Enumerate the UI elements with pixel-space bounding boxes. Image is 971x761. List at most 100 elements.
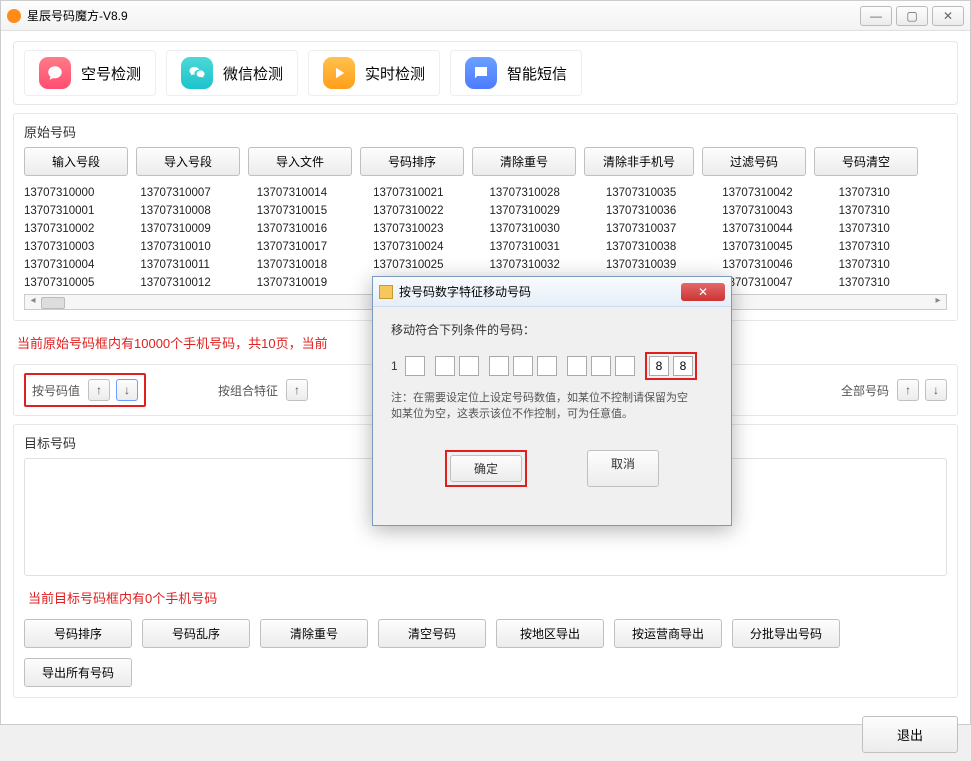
source-buttons: 输入号段导入号段导入文件号码排序清除重号清除非手机号过滤号码号码清空 (24, 147, 947, 176)
footer: 退出 (1, 708, 970, 761)
digit-10-input[interactable] (649, 356, 669, 376)
number-cell: 13707310038 (606, 238, 714, 256)
dialog-ok-button[interactable]: 确定 (450, 455, 522, 482)
close-button[interactable]: ✕ (932, 6, 964, 26)
window-title: 星辰号码魔方-V8.9 (27, 7, 128, 24)
digit-8-input[interactable] (591, 356, 611, 376)
digit-11-input[interactable] (673, 356, 693, 376)
row-index: 1 (391, 359, 401, 373)
target-status: 当前目标号码框内有0个手机号码 (28, 588, 943, 607)
target-btn-6[interactable]: 分批导出号码 (732, 619, 840, 648)
number-cell: 13707310045 (722, 238, 830, 256)
scroll-right-icon[interactable]: ▸ (930, 295, 946, 309)
source-btn-6[interactable]: 过滤号码 (702, 147, 806, 176)
number-cell: 13707310 (839, 238, 947, 256)
by-value-up-button[interactable]: ↑ (88, 379, 110, 401)
source-btn-2[interactable]: 导入文件 (248, 147, 352, 176)
wechat-icon (181, 57, 213, 89)
target-btn-2[interactable]: 清除重号 (260, 619, 368, 648)
tab-wechat-check[interactable]: 微信检测 (166, 50, 298, 96)
number-cell: 13707310 (839, 184, 947, 202)
target-btn-4[interactable]: 按地区导出 (496, 619, 604, 648)
number-cell: 13707310004 (24, 256, 132, 274)
source-btn-4[interactable]: 清除重号 (472, 147, 576, 176)
all-up-button[interactable]: ↑ (897, 379, 919, 401)
play-icon (323, 57, 355, 89)
all-down-button[interactable]: ↓ (925, 379, 947, 401)
number-cell: 13707310010 (140, 238, 248, 256)
tab-label: 微信检测 (223, 63, 283, 84)
exit-button[interactable]: 退出 (862, 716, 958, 753)
source-btn-0[interactable]: 输入号段 (24, 147, 128, 176)
source-btn-3[interactable]: 号码排序 (360, 147, 464, 176)
number-cell: 13707310029 (490, 202, 598, 220)
source-btn-7[interactable]: 号码清空 (814, 147, 918, 176)
dialog-buttons: 确定 取消 (391, 450, 713, 487)
dialog-titlebar: 按号码数字特征移动号码 ✕ (373, 277, 731, 307)
digit-4-input[interactable] (489, 356, 509, 376)
by-value-down-button[interactable]: ↓ (116, 379, 138, 401)
digit-3-input[interactable] (459, 356, 479, 376)
digit-6-input[interactable] (537, 356, 557, 376)
tab-sms[interactable]: 智能短信 (450, 50, 582, 96)
number-cell: 13707310017 (257, 238, 365, 256)
by-value-group: 按号码值 ↑ ↓ (24, 373, 146, 407)
number-cell: 13707310042 (722, 184, 830, 202)
window-controls: — ▢ ✕ (856, 6, 964, 26)
number-cell: 13707310018 (257, 256, 365, 274)
source-btn-1[interactable]: 导入号段 (136, 147, 240, 176)
scroll-thumb[interactable] (41, 297, 65, 309)
dialog-title: 按号码数字特征移动号码 (399, 283, 531, 300)
number-cell: 13707310037 (606, 220, 714, 238)
number-cell: 13707310007 (140, 184, 248, 202)
minimize-button[interactable]: — (860, 6, 892, 26)
digit-9-input[interactable] (615, 356, 635, 376)
number-cell: 13707310015 (257, 202, 365, 220)
number-cell: 13707310032 (490, 256, 598, 274)
maximize-button[interactable]: ▢ (896, 6, 928, 26)
dialog-close-button[interactable]: ✕ (681, 283, 725, 301)
number-cell: 13707310023 (373, 220, 481, 238)
dialog-cancel-button[interactable]: 取消 (587, 450, 659, 487)
by-pattern-label: 按组合特征 (218, 382, 278, 399)
number-cell: 13707310046 (722, 256, 830, 274)
number-cell: 13707310011 (140, 256, 248, 274)
number-cell: 13707310030 (490, 220, 598, 238)
number-cell: 13707310002 (24, 220, 132, 238)
number-cell: 13707310003 (24, 238, 132, 256)
target-btn-5[interactable]: 按运营商导出 (614, 619, 722, 648)
dialog-prompt: 移动符合下列条件的号码： (391, 321, 713, 338)
tab-empty-check[interactable]: 空号检测 (24, 50, 156, 96)
number-cell: 13707310008 (140, 202, 248, 220)
bubble-icon (39, 57, 71, 89)
target-btn-0[interactable]: 号码排序 (24, 619, 132, 648)
by-pattern-up-button[interactable]: ↑ (286, 379, 308, 401)
number-cell: 13707310000 (24, 184, 132, 202)
dialog-body: 移动符合下列条件的号码： 1 注：在需要设定位上设定号码数值，如某位不控制请保留… (373, 307, 731, 501)
number-cell: 13707310022 (373, 202, 481, 220)
number-cell: 13707310028 (490, 184, 598, 202)
number-cell: 13707310019 (257, 274, 365, 292)
target-btn-1[interactable]: 号码乱序 (142, 619, 250, 648)
digit-1-input[interactable] (405, 356, 425, 376)
digit-5-input[interactable] (513, 356, 533, 376)
digit-2-input[interactable] (435, 356, 455, 376)
number-cell: 13707310012 (140, 274, 248, 292)
target-btn-3[interactable]: 清空号码 (378, 619, 486, 648)
number-cell: 13707310025 (373, 256, 481, 274)
source-btn-5[interactable]: 清除非手机号 (584, 147, 694, 176)
number-cell: 13707310 (839, 202, 947, 220)
number-cell: 13707310 (839, 274, 947, 292)
scroll-left-icon[interactable]: ◂ (25, 295, 41, 309)
dialog-note-1: 注：在需要设定位上设定号码数值，如某位不控制请保留为空 (391, 390, 713, 406)
number-cell: 13707310 (839, 220, 947, 238)
tab-realtime-check[interactable]: 实时检测 (308, 50, 440, 96)
number-cell: 13707310044 (722, 220, 830, 238)
tab-label: 空号检测 (81, 63, 141, 84)
digit-7-input[interactable] (567, 356, 587, 376)
number-cell: 13707310031 (490, 238, 598, 256)
confirm-highlight: 确定 (445, 450, 527, 487)
target-btn-7[interactable]: 导出所有号码 (24, 658, 132, 687)
message-icon (465, 57, 497, 89)
tab-label: 实时检测 (365, 63, 425, 84)
